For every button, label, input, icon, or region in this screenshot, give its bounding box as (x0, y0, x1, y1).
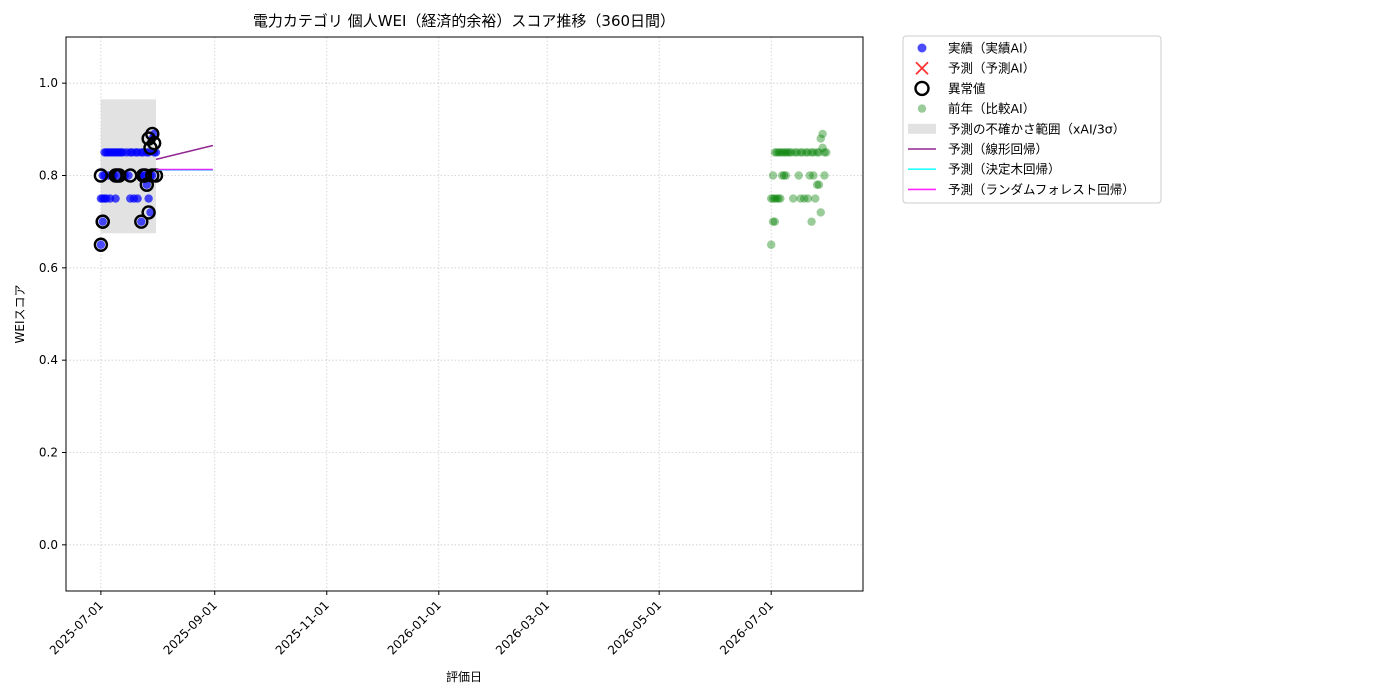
y-tick-label: 0.8 (39, 169, 58, 183)
prev-year-point (770, 217, 780, 226)
prev-year-point (818, 129, 827, 139)
x-tick-label: 2025-07-01 (47, 598, 106, 657)
x-axis-title: 評価日 (446, 669, 482, 684)
x-tick-label: 2026-07-01 (717, 598, 776, 657)
prev-year-point (794, 171, 803, 180)
legend-label-forecast: 予測（予測AI） (948, 61, 1035, 76)
prev-year-point (822, 148, 831, 157)
actual-point (111, 194, 120, 203)
regression-lines (155, 144, 214, 171)
prev-year-point (776, 194, 785, 203)
prev-year-series (766, 129, 831, 249)
y-tick-label: 0.4 (39, 353, 58, 367)
prev-year-point (820, 171, 829, 180)
x-axis-ticks: 2025-07-01 2025-09-01 2025-11-01 2026-01-01… (47, 591, 776, 657)
prev-year-point (803, 194, 813, 203)
actual-point (96, 240, 106, 249)
x-tick-label: 2025-11-01 (273, 598, 332, 657)
legend-label-band: 予測の不確かさ範囲（xAI/3σ） (948, 121, 1125, 136)
prev-year-point (768, 171, 778, 180)
prev-year-point (816, 208, 825, 217)
y-tick-label: 0.0 (39, 538, 58, 552)
x-tick-label: 2026-03-01 (493, 598, 552, 657)
prev-year-point (811, 194, 820, 203)
y-tick-label: 0.6 (39, 261, 58, 275)
grid-layer (66, 37, 863, 591)
prev-year-point (766, 240, 776, 249)
y-axis-title: WEIスコア (13, 285, 27, 344)
x-tick-label: 2026-01-01 (385, 598, 444, 657)
actual-point (137, 217, 146, 226)
legend-label-actual: 実績（実績AI） (948, 41, 1035, 56)
y-tick-label: 0.2 (39, 446, 58, 460)
legend-label-tree: 予測（決定木回帰） (948, 162, 1061, 177)
actual-point (144, 194, 153, 203)
prev-year-point (781, 171, 791, 180)
legend-label-anomaly: 異常値 (948, 81, 986, 96)
legend-band-swatch (908, 123, 936, 134)
prev-year-point (789, 194, 798, 203)
prev-year-point (814, 180, 824, 189)
x-tick-label: 2026-05-01 (605, 598, 664, 657)
prev-year-point (809, 171, 818, 180)
legend-label-rf: 予測（ランダムフォレスト回帰） (948, 182, 1135, 197)
plot-area-frame (65, 36, 864, 592)
y-axis-ticks: 0.0 0.2 0.4 0.6 0.8 1.0 (39, 76, 66, 552)
chart-canvas: 電力カテゴリ 個人WEI（経済的余裕）スコア推移（360日間） 2025-07-… (13, 12, 1162, 684)
x-tick-label: 2025-09-01 (161, 598, 220, 657)
linear-regression-line (155, 144, 214, 161)
chart-title: 電力カテゴリ 個人WEI（経済的余裕）スコア推移（360日間） (253, 12, 675, 30)
legend-label-prev_year: 前年（比較AI） (948, 101, 1035, 116)
prev-year-point (807, 217, 816, 226)
actual-point (133, 194, 142, 203)
legend: 実績（実績AI） 予測（予測AI） 異常値前年（比較AI） 予測の不確かさ範囲（xAI… (902, 35, 1162, 204)
legend-actual-marker (917, 43, 927, 53)
legend-label-linear: 予測（線形回帰） (948, 142, 1048, 157)
actual-point (98, 217, 107, 226)
legend-prev-year-marker (917, 104, 927, 113)
y-tick-label: 1.0 (39, 76, 58, 90)
